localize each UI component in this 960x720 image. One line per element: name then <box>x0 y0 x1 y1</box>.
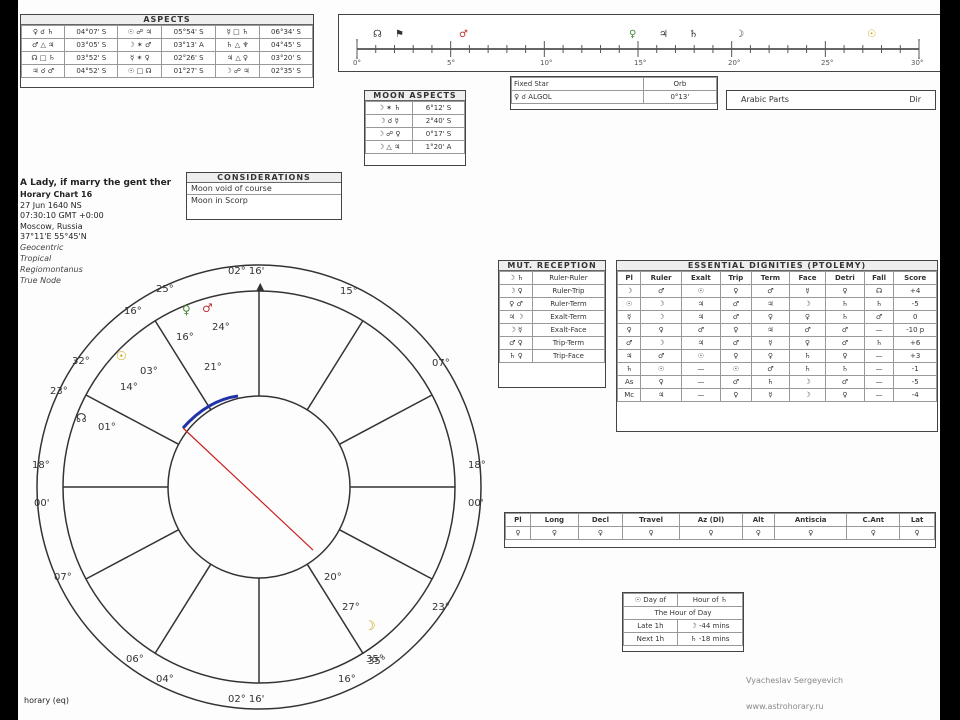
planet-degree: 03° <box>140 366 158 377</box>
chart-place: Moscow, Russia <box>20 222 83 231</box>
longitude-panel: Pl Long Decl Travel Az (Dl) Alt Antiscia C.An… <box>504 512 936 548</box>
day-of-label: ☉ Day of <box>623 593 678 607</box>
planet-degree: 16° <box>176 332 194 343</box>
cusp-degree: 32° <box>72 356 90 367</box>
aspects-title: ASPECTS <box>21 15 313 25</box>
house-cusp-line <box>338 394 433 445</box>
aspects-panel: ASPECTS ♀ ☌ ♄ 04°07' S ☉ ☍ ♃ 05°54' S ☿ □ ♄ 0… <box>20 14 314 88</box>
cusp-degree: 15° <box>340 286 358 297</box>
house-cusp-line <box>154 563 212 654</box>
cusp-degree: 06° <box>126 654 144 665</box>
moon-aspects-title: MOON ASPECTS <box>365 91 465 101</box>
hour-row-1: Late 1h <box>623 619 678 633</box>
planet-degree: 01° <box>98 422 116 433</box>
arabic-parts-panel: Arabic Parts Dir <box>726 90 936 110</box>
chart-time: 07:30:10 GMT +0:00 <box>20 211 104 220</box>
orb-header: Orb <box>642 77 718 91</box>
cusp-degree: 16° <box>124 306 142 317</box>
moon-aspects-panel: MOON ASPECTS ☽ ✶ ♄ 6°12' S ☽ ☌ ☿ 2°40' S ☽… <box>364 90 466 166</box>
consideration-item: Moon void of course <box>187 183 341 195</box>
cusp-degree: 07° <box>54 572 72 583</box>
dignities-panel: ESSENTIAL DIGNITIES (PTOLEMY) Pl Ruler Exa… <box>616 260 938 432</box>
hour-of-day-label: The Hour of Day <box>623 606 743 620</box>
website-link[interactable]: www.astrohorary.ru <box>746 702 824 711</box>
house-cusp-line <box>338 529 433 580</box>
horoscope-wheel: ▲ 02° 16' 02° 16' 18° 00' 18° 00' 16° 25… <box>32 264 486 710</box>
mutual-reception-panel: MUT. RECEPTION ☽ ♄ Ruler-Ruler ☽ ♀ Ruler-T… <box>498 260 606 388</box>
planetary-hours-panel: ☉ Day of Hour of ♄ The Hour of Day Late 1… <box>622 592 744 652</box>
planet-degree: 21° <box>204 362 222 373</box>
timeline-tick-1: 5° <box>447 59 455 67</box>
node-icon: ☊ <box>373 29 382 40</box>
hour-row-2-value: ♄ -18 mins <box>676 632 744 646</box>
aspects-table: ♀ ☌ ♄ 04°07' S ☉ ☍ ♃ 05°54' S ☿ □ ♄ 06°34' S … <box>20 25 313 78</box>
cusp-degree: 23° <box>50 386 68 397</box>
moon-symbol: ☽ <box>364 619 376 634</box>
house-cusp-line <box>306 320 364 411</box>
desc-degree: 18° <box>468 460 486 471</box>
cusp-degree: 07° <box>432 358 450 369</box>
considerations-title: CONSIDERATIONS <box>187 173 341 183</box>
timeline-tick-0: 0° <box>353 59 361 67</box>
jupiter-icon: ♃ <box>659 29 668 40</box>
timeline-tick-4: 20° <box>728 59 740 67</box>
fixed-star-panel: Fixed Star Orb ♀ ☌ ALGOL 0°13' <box>510 76 718 110</box>
cusp-degree: 16° <box>338 674 356 685</box>
fixed-star-orb: 0°13' <box>642 90 718 104</box>
venus-icon: ♀ <box>629 29 636 40</box>
hour-of-label: Hour of ♄ <box>676 593 744 607</box>
house-cusp-line <box>85 529 180 580</box>
planet-degree: 24° <box>212 322 230 333</box>
cusp-degree: 23° <box>432 602 450 613</box>
chart-question: A Lady, if marry the gent ther <box>20 178 172 188</box>
cusp-degree: 04° <box>156 674 174 685</box>
asc-minutes: 00' <box>34 498 49 509</box>
sun-icon: ☉ <box>867 29 876 40</box>
planet-degree: 14° <box>120 382 138 393</box>
saturn-icon: ♄ <box>689 29 698 40</box>
planet-degree: 20° <box>324 572 342 583</box>
house-system-label: horary (eq) <box>24 696 69 705</box>
planet-degree: 27° <box>342 602 360 613</box>
desc-minutes: 00' <box>468 498 483 509</box>
mars-icon: ♂ <box>459 29 468 40</box>
flag-icon: ⚑ <box>395 29 404 40</box>
timeline-tick-6: 30° <box>911 59 923 67</box>
author-credit: Vyacheslav Sergeyevich <box>746 676 844 685</box>
fixed-star-name: ♀ ☌ ALGOL <box>511 90 644 104</box>
house-cusp-line <box>85 394 180 445</box>
timeline-tick-5: 25° <box>821 59 833 67</box>
dignities-table: Pl Ruler Exalt Trip Term Face Detri Fall Score… <box>616 271 937 402</box>
mc-degree: 02° 16' <box>228 266 264 277</box>
hour-row-1-value: ☽ -44 mins <box>676 619 744 633</box>
node-symbol: ☊ <box>76 411 87 425</box>
degree-timeline: 0° 5° 10° 15° 20° 25° 30° ☊ ⚑ ♂ ♀ ♃ ♄ ☽ … <box>338 14 940 72</box>
chart-date: 27 Jun 1640 NS <box>20 201 82 210</box>
timeline-ruler: 0° 5° 10° 15° 20° 25° 30° ☊ ⚑ ♂ ♀ ♃ ♄ ☽ … <box>353 29 923 67</box>
cusp-degree: 25° <box>156 284 174 295</box>
chart-page: ASPECTS ♀ ☌ ♄ 04°07' S ☉ ☍ ♃ 05°54' S ☿ □ ♄ 0… <box>18 0 940 720</box>
fixed-star-header: Fixed Star <box>511 77 644 91</box>
longitude-table: Pl Long Decl Travel Az (Dl) Alt Antiscia C.An… <box>505 513 935 540</box>
timeline-tick-3: 15° <box>634 59 646 67</box>
svg-text:▲: ▲ <box>256 280 265 293</box>
chart-coords: 37°11'E 55°45'N <box>20 232 87 241</box>
timeline-tick-2: 10° <box>540 59 552 67</box>
ic-degree: 02° 16' <box>228 694 264 705</box>
venus-symbol: ♀ <box>182 303 191 317</box>
arabic-parts-label: Arabic Parts <box>741 95 789 104</box>
chart-name: Horary Chart 16 <box>20 190 93 199</box>
hour-row-2: Next 1h <box>623 632 678 646</box>
dignities-title: ESSENTIAL DIGNITIES (PTOLEMY) <box>617 261 937 271</box>
mutual-reception-title: MUT. RECEPTION <box>499 261 605 271</box>
planet-degree: 35° <box>366 654 384 665</box>
sun-symbol: ☉ <box>116 349 127 363</box>
consideration-item: Moon in Scorp <box>191 196 248 205</box>
asc-degree: 18° <box>32 460 50 471</box>
mars-symbol: ♂ <box>202 301 213 315</box>
arabic-parts-value[interactable]: Dir <box>909 95 921 104</box>
considerations-panel: CONSIDERATIONS Moon void of course Moon … <box>186 172 342 220</box>
moon-icon: ☽ <box>735 29 744 40</box>
